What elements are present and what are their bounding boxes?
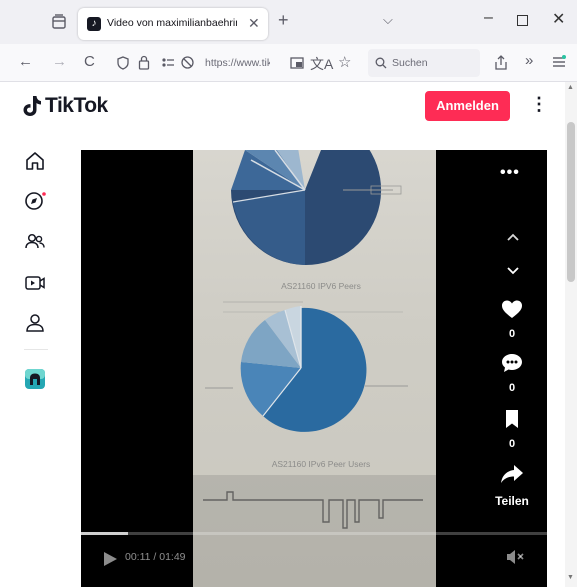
like-heart-icon[interactable] bbox=[499, 298, 525, 320]
tab-close-button[interactable]: ✕ bbox=[248, 15, 260, 32]
pie-chart-top bbox=[231, 150, 382, 266]
tiktok-logo[interactable]: TikTok bbox=[22, 92, 108, 120]
tiktok-sidebar bbox=[0, 130, 72, 587]
tiktok-note-icon bbox=[23, 96, 41, 116]
like-count: 0 bbox=[508, 328, 516, 340]
forward-button[interactable]: → bbox=[52, 53, 67, 70]
shield-icon[interactable] bbox=[116, 56, 130, 70]
live-icon[interactable] bbox=[24, 272, 46, 294]
video-more-button[interactable]: ••• bbox=[500, 164, 520, 182]
back-button[interactable]: ← bbox=[18, 53, 33, 70]
tracking-blocked-icon[interactable] bbox=[180, 55, 195, 70]
reload-button[interactable]: C bbox=[84, 53, 95, 70]
tiktok-header: TikTok Anmelden ⋮ bbox=[0, 82, 565, 130]
comment-count: 0 bbox=[508, 382, 516, 394]
bookmark-count: 0 bbox=[508, 438, 516, 450]
following-icon[interactable] bbox=[24, 231, 46, 253]
url-text[interactable]: https://www.tik bbox=[205, 57, 270, 69]
list-all-tabs-button[interactable]: ⌵ bbox=[383, 12, 393, 28]
login-button[interactable]: Anmelden bbox=[425, 91, 510, 121]
mute-icon[interactable] bbox=[505, 548, 525, 566]
video-time: 00:11 / 01:49 bbox=[125, 551, 186, 563]
window-minimize-button[interactable]: – bbox=[484, 9, 493, 27]
app-menu-icon[interactable] bbox=[552, 55, 566, 69]
explore-icon[interactable] bbox=[24, 190, 46, 212]
chevron-down-icon[interactable] bbox=[505, 262, 521, 278]
scroll-down-arrow-icon[interactable]: ▼ bbox=[567, 574, 574, 581]
video-progress-fill bbox=[81, 532, 128, 535]
notification-dot bbox=[42, 192, 46, 196]
sidebar-divider bbox=[24, 349, 48, 350]
more-options-icon[interactable]: ⋮ bbox=[530, 94, 548, 115]
window-close-button[interactable]: ✕ bbox=[552, 9, 565, 29]
window-maximize-button[interactable] bbox=[517, 15, 528, 26]
url-bar[interactable]: https://www.tik 文A ☆ bbox=[110, 49, 358, 77]
play-icon[interactable] bbox=[101, 550, 119, 568]
bookmark-star-icon[interactable]: ☆ bbox=[338, 53, 351, 71]
browser-tabstrip: ♪ Video von maximilianbaehring ✕ + ⌵ – ✕ bbox=[0, 0, 577, 44]
home-icon[interactable] bbox=[24, 150, 46, 172]
scroll-thumb[interactable] bbox=[567, 122, 575, 282]
picture-in-picture-icon[interactable] bbox=[290, 56, 304, 70]
video-player[interactable]: AS21160 IPV6 Peers AS21160 IPv6 Peer Use… bbox=[81, 150, 547, 587]
scroll-up-arrow-icon[interactable]: ▲ bbox=[567, 84, 574, 91]
share-page-icon[interactable] bbox=[494, 55, 508, 71]
pie-chart-bottom bbox=[240, 306, 367, 432]
permissions-icon[interactable] bbox=[160, 56, 176, 69]
new-tab-button[interactable]: + bbox=[278, 10, 289, 31]
search-placeholder: Suchen bbox=[392, 57, 428, 69]
bookmark-icon[interactable] bbox=[499, 408, 525, 430]
browser-navbar: ← → C https://www.tik 文A ☆ Suchen » bbox=[0, 44, 577, 82]
profile-icon[interactable] bbox=[24, 312, 46, 334]
search-field[interactable]: Suchen bbox=[368, 49, 480, 77]
lock-icon[interactable] bbox=[138, 55, 150, 70]
tab-title: Video von maximilianbaehring bbox=[107, 17, 237, 29]
search-icon bbox=[375, 57, 387, 69]
translate-icon[interactable]: 文A bbox=[310, 54, 333, 74]
browser-tab-active[interactable]: ♪ Video von maximilianbaehring ✕ bbox=[78, 8, 268, 40]
share-label[interactable]: Teilen bbox=[488, 494, 536, 508]
chevron-up-icon[interactable] bbox=[505, 230, 521, 246]
video-frame: AS21160 IPV6 Peers AS21160 IPv6 Peer Use… bbox=[193, 150, 436, 587]
chart-caption-top: AS21160 IPV6 Peers bbox=[281, 281, 361, 291]
tiktok-favicon-icon: ♪ bbox=[87, 17, 101, 31]
app-icon[interactable] bbox=[24, 368, 46, 390]
video-frame-image: AS21160 IPV6 Peers AS21160 IPv6 Peer Use… bbox=[193, 150, 436, 587]
chart-caption-bottom: AS21160 IPv6 Peer Users bbox=[272, 459, 371, 469]
share-arrow-icon[interactable] bbox=[499, 462, 525, 486]
tiktok-logo-text: TikTok bbox=[45, 94, 108, 117]
tab-list-icon[interactable] bbox=[50, 14, 68, 30]
video-progress-bar[interactable] bbox=[81, 532, 547, 535]
page-scrollbar[interactable]: ▲ ▼ bbox=[565, 82, 577, 587]
comment-icon[interactable] bbox=[499, 352, 525, 374]
overflow-menu-button[interactable]: » bbox=[525, 52, 533, 69]
